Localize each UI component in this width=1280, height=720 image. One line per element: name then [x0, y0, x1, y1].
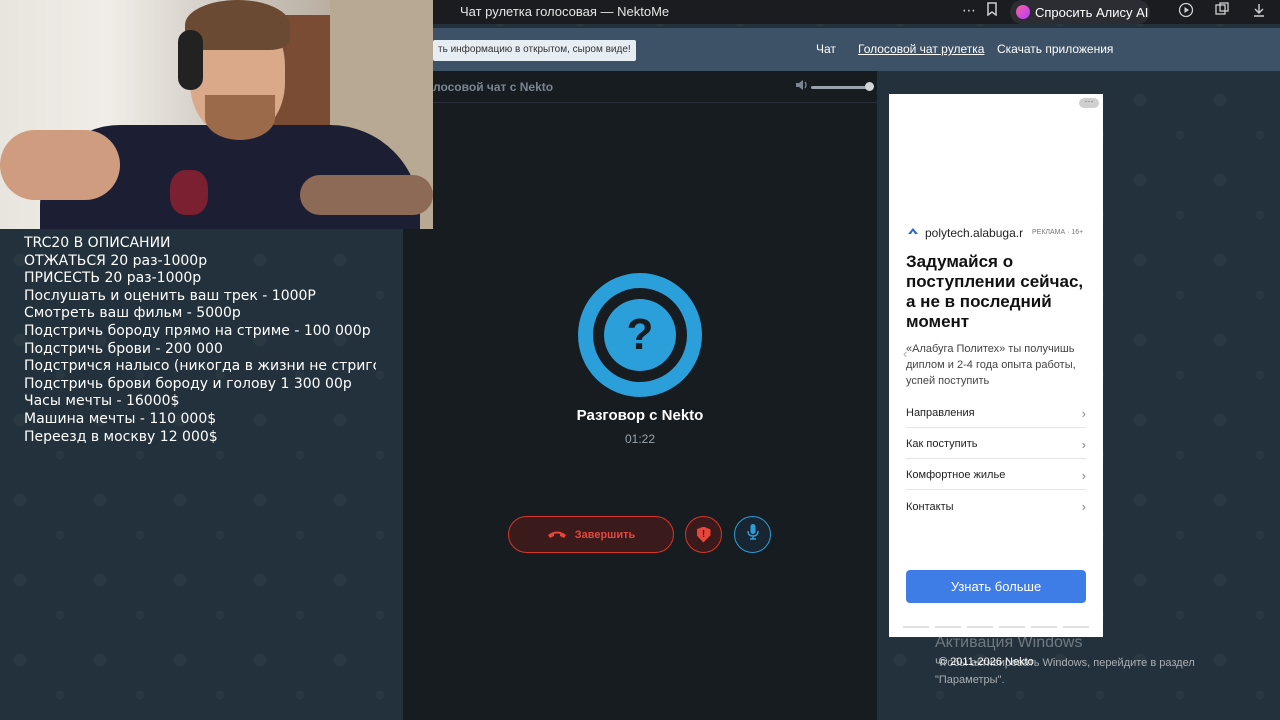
question-icon: ? — [604, 299, 676, 371]
more-icon[interactable]: ⋯ — [962, 2, 976, 19]
partner-avatar: ? — [578, 273, 702, 397]
price-list-item: Машина мечты - 110 000$ — [24, 410, 217, 427]
alice-icon — [1016, 5, 1030, 19]
chevron-right-icon: › — [1081, 499, 1086, 514]
price-list-item: Послушать и оценить ваш трек - 1000Р — [24, 287, 316, 304]
ad-link-contacts[interactable]: Контакты › — [906, 490, 1086, 521]
call-timer: 01:22 — [624, 432, 656, 446]
headset — [178, 30, 203, 90]
ad-label: РЕКЛАМА · 16+ — [1032, 229, 1084, 236]
price-list-item: Подстричь брови бороду и голову 1 300 00… — [24, 375, 352, 392]
price-list-item: TRC20 В ОПИСАНИИ — [24, 235, 171, 251]
ad-headline[interactable]: Задумайся о поступлении сейчас, а не в п… — [906, 252, 1096, 332]
stream-price-list: TRC20 В ОПИСАНИИ ОТЖАТЬСЯ 20 раз-1000р П… — [24, 235, 376, 446]
ad-link-directions[interactable]: Направления › — [906, 397, 1086, 428]
chat-panel-title: лосовой чат с Nekto — [433, 80, 554, 94]
bookmark-icon[interactable] — [986, 2, 998, 19]
ad-link-housing[interactable]: Комфортное жилье › — [906, 459, 1086, 490]
hangup-phone-icon — [547, 526, 567, 543]
info-banner: ть информацию в открытом, сыром виде! — [433, 40, 636, 61]
site-header: ть информацию в открытом, сыром виде! Ча… — [433, 28, 1280, 71]
price-list-item: Подстричся налысо (никогда в жизни не ст… — [24, 358, 376, 375]
ad-link-admission[interactable]: Как поступить › — [906, 428, 1086, 459]
voice-chat-panel: лосовой чат с Nekto ? Разговор с Nekto 0… — [403, 71, 877, 720]
price-list-item: ПРИСЕСТЬ 20 раз-1000р — [24, 270, 202, 287]
volume-slider-handle[interactable] — [865, 82, 874, 91]
microphone-button[interactable] — [734, 516, 771, 553]
nav-chat[interactable]: Чат — [816, 42, 836, 56]
ask-alice-label: Спросить Алису AI — [1035, 4, 1149, 20]
chevron-right-icon: › — [1081, 405, 1086, 421]
chevron-right-icon: › — [1081, 467, 1086, 483]
nav-download-apps[interactable]: Скачать приложения — [997, 42, 1113, 56]
download-icon[interactable] — [1252, 2, 1266, 21]
play-icon[interactable] — [1178, 2, 1194, 21]
ad-links: Направления › Как поступить › Комфортное ж… — [906, 397, 1086, 521]
ad-learn-more-button[interactable]: Узнать больше — [906, 570, 1086, 603]
chevron-right-icon: › — [1081, 436, 1086, 452]
conversation-title: Разговор с Nekto — [576, 407, 704, 424]
ad-pagination — [903, 626, 1089, 628]
webcam-overlay — [0, 0, 433, 229]
volume-slider[interactable] — [811, 86, 869, 89]
volume-icon[interactable] — [795, 79, 808, 94]
price-list-item: Подстричь бороду прямо на стриме - 100 0… — [24, 322, 371, 339]
microphone-icon — [746, 523, 760, 546]
copyright: © 2011-2026 Nekto — [939, 656, 1034, 668]
ad-banner[interactable]: ··· polytech.alabuga.r РЕКЛАМА · 16+ Зад… — [889, 94, 1103, 637]
browser-tab-title: Чат рулетка голосовая — NektoMe — [460, 4, 670, 19]
end-call-label: Завершить — [574, 528, 636, 541]
ad-domain[interactable]: polytech.alabuga.r — [925, 226, 1023, 240]
windows-activation-title: Активация Windows — [935, 634, 1083, 651]
ask-alice-button[interactable]: Спросить Алису AI — [1010, 0, 1150, 24]
browser-title-bar: Чат рулетка голосовая — NektoMe ⋯ Спроси… — [433, 0, 1280, 24]
shield-icon: ! — [696, 526, 711, 543]
chat-title-row: лосовой чат с Nekto — [403, 71, 877, 103]
price-list-item: Подстричь брови - 200 000 — [24, 340, 223, 357]
price-list-item: ОТЖАТЬСЯ 20 раз-1000р — [24, 252, 208, 269]
ad-logo-icon — [907, 227, 919, 239]
report-button[interactable]: ! — [685, 516, 722, 553]
nav-voice-chat[interactable]: Голосовой чат рулетка — [858, 42, 984, 56]
tabs-icon[interactable] — [1214, 2, 1230, 21]
end-call-button[interactable]: Завершить — [508, 516, 674, 553]
ad-body: «Алабуга Политех» ты получишь диплом и 2… — [906, 343, 1076, 387]
ad-more-icon[interactable]: ··· — [1079, 97, 1099, 108]
screen: Чат рулетка голосовая — NektoMe ⋯ Спроси… — [0, 0, 1280, 720]
price-list-item: Смотреть ваш фильм - 5000р — [24, 305, 241, 322]
price-list-item: Переезд в москву 12 000$ — [24, 428, 218, 445]
price-list-item: Часы мечты - 16000$ — [24, 393, 180, 410]
